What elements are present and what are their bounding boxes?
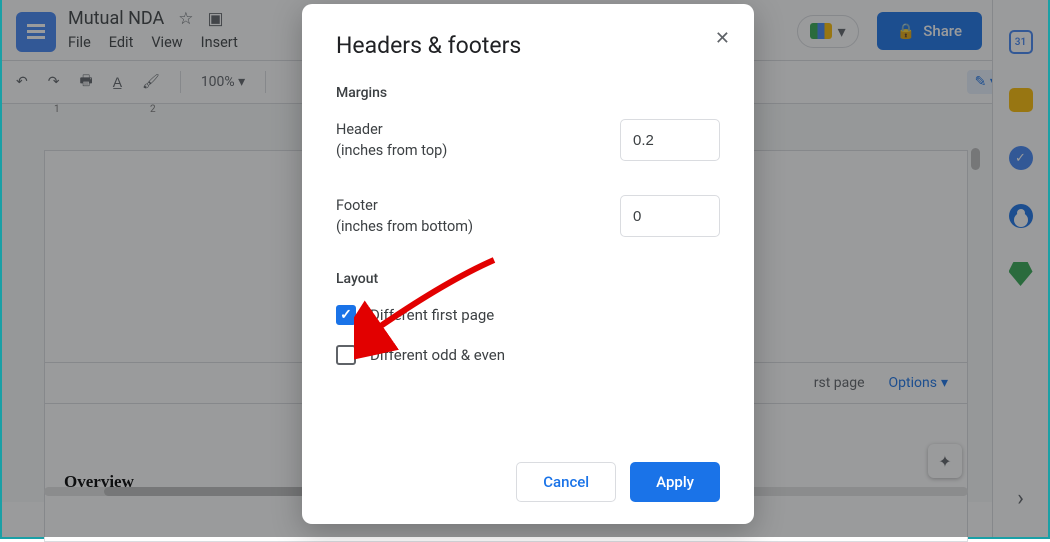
different-first-page-row[interactable]: Different first page [336, 305, 720, 325]
margins-section-label: Margins [336, 85, 720, 101]
header-margin-label: Header [336, 119, 447, 140]
different-odd-even-checkbox[interactable] [336, 345, 356, 365]
header-margin-sublabel: (inches from top) [336, 140, 447, 161]
header-margin-input[interactable] [620, 119, 720, 161]
footer-margin-input[interactable] [620, 195, 720, 237]
different-first-page-checkbox[interactable] [336, 305, 356, 325]
different-odd-even-label: Different odd & even [370, 346, 505, 364]
different-odd-even-row[interactable]: Different odd & even [336, 345, 720, 365]
apply-button[interactable]: Apply [630, 462, 720, 502]
headers-footers-dialog: ✕ Headers & footers Margins Header (inch… [302, 4, 754, 524]
cancel-button[interactable]: Cancel [516, 462, 616, 502]
footer-margin-sublabel: (inches from bottom) [336, 216, 473, 237]
dialog-actions: Cancel Apply [336, 462, 720, 502]
footer-margin-row: Footer (inches from bottom) [336, 195, 720, 237]
footer-margin-label: Footer [336, 195, 473, 216]
close-icon[interactable]: ✕ [715, 28, 730, 49]
different-first-page-label: Different first page [370, 306, 494, 324]
layout-section-label: Layout [336, 271, 720, 287]
dialog-title: Headers & footers [336, 32, 720, 59]
header-margin-row: Header (inches from top) [336, 119, 720, 161]
